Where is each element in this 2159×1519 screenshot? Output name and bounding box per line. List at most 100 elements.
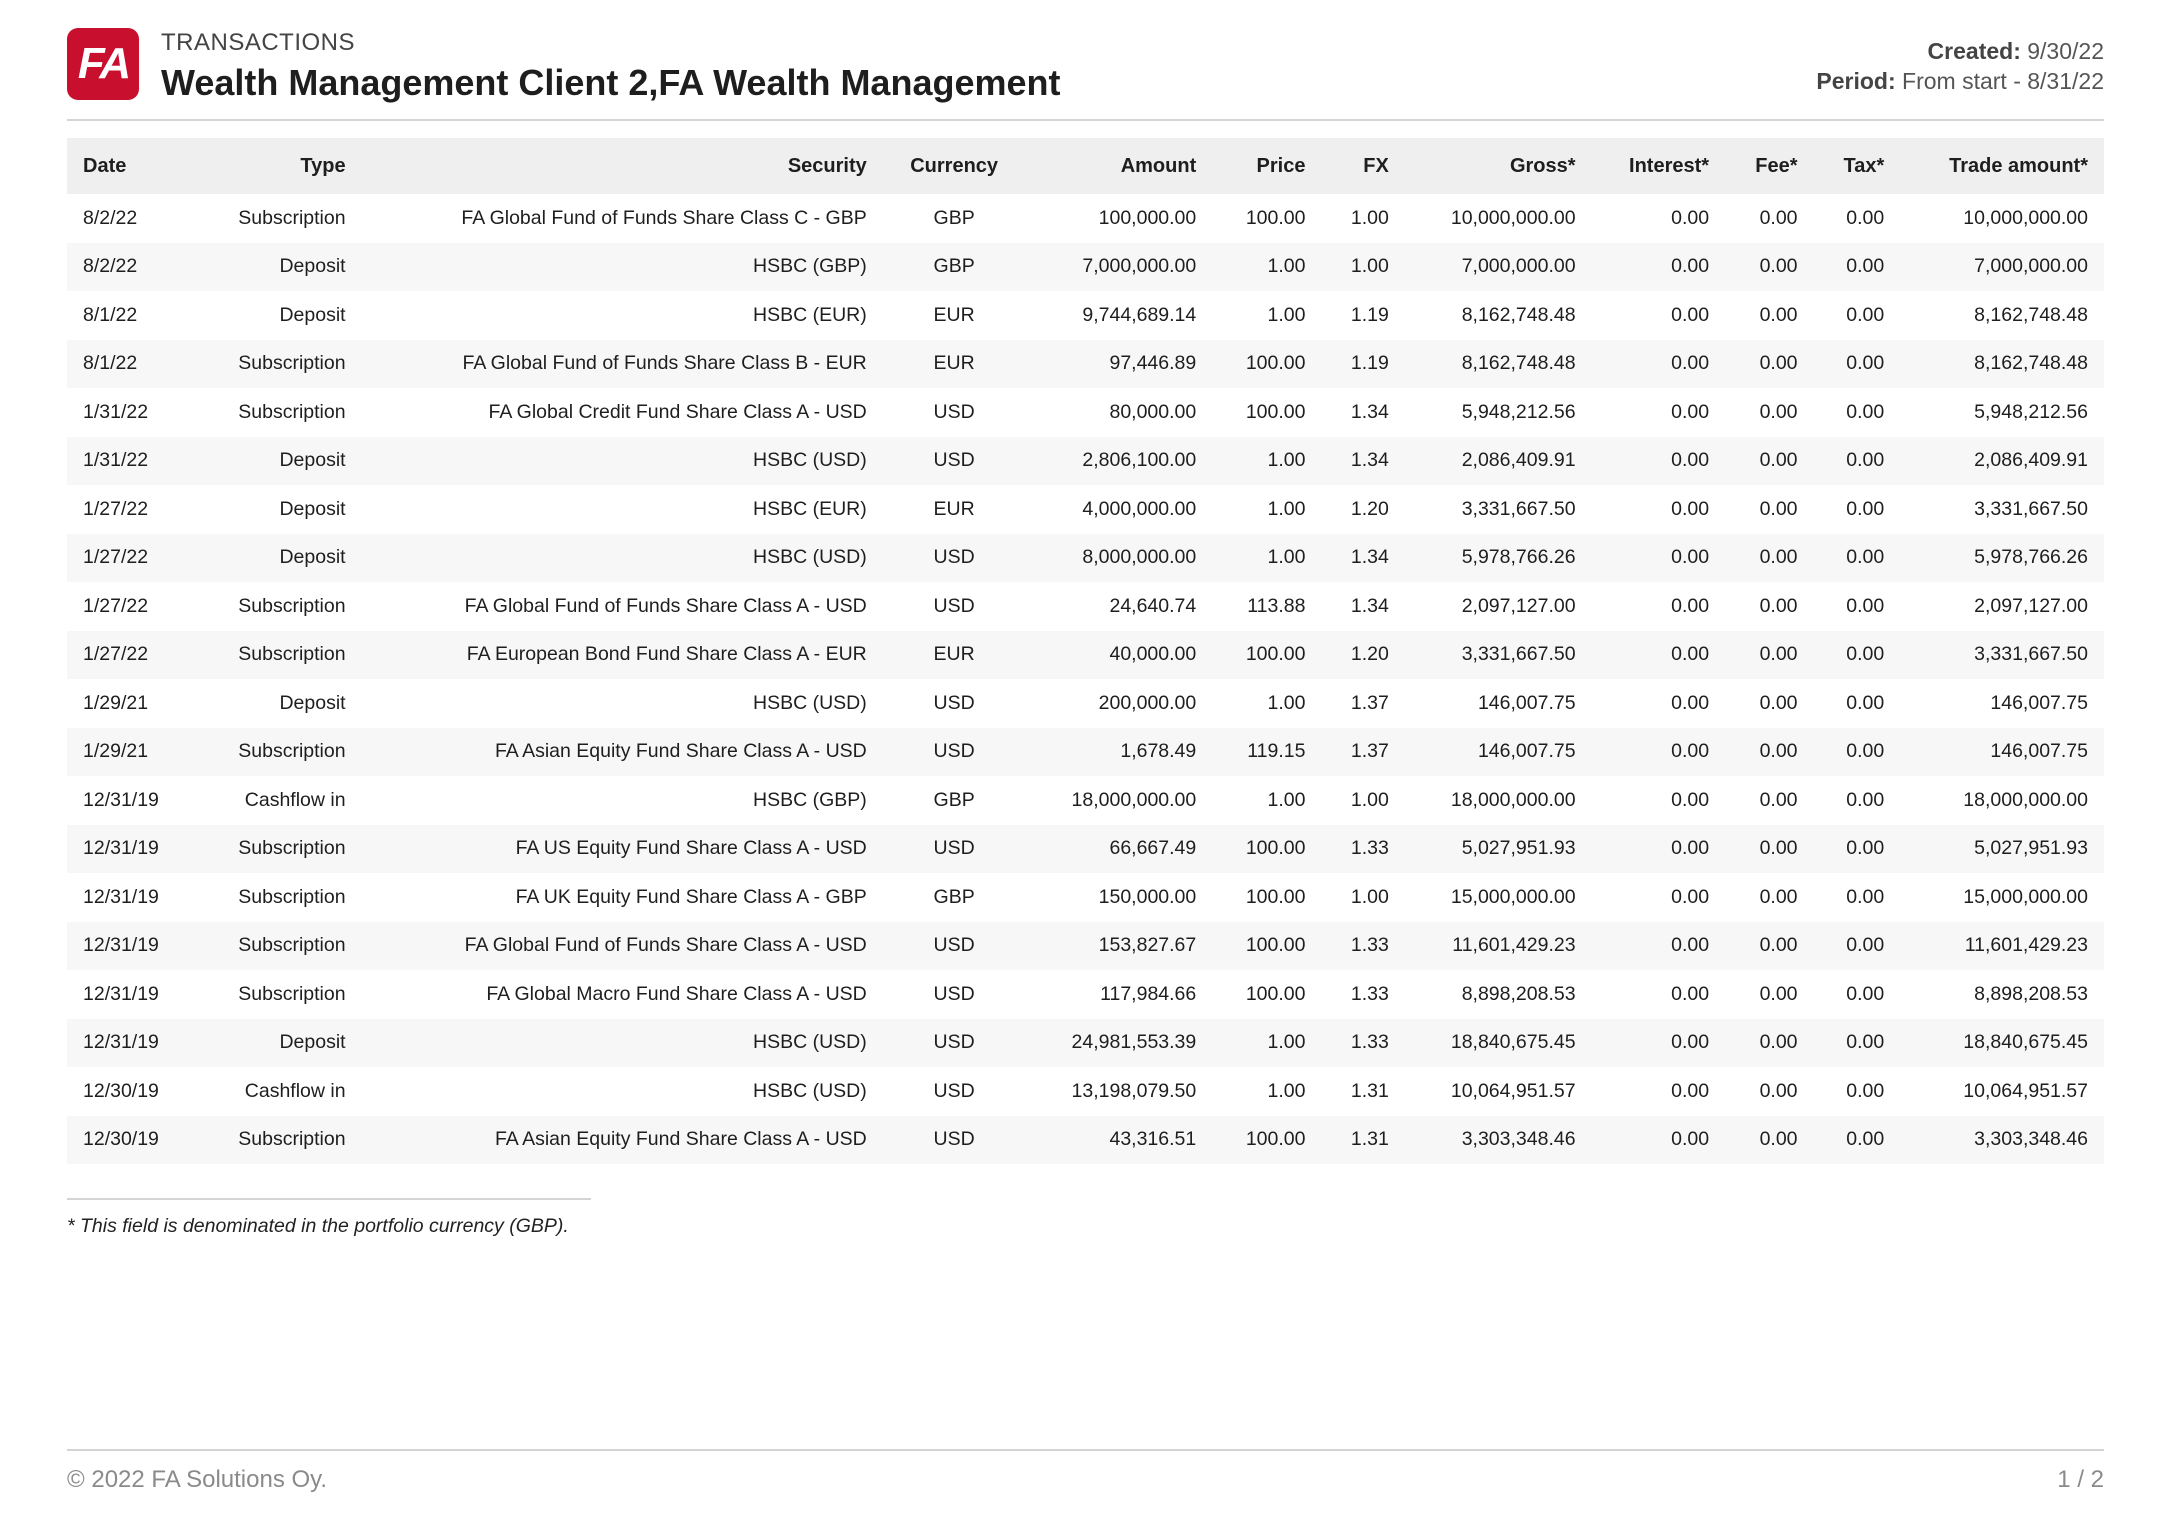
- cell-amount: 9,744,689.14: [1082, 303, 1197, 326]
- cell-fee: 0.00: [1759, 788, 1798, 811]
- cell-gross: 5,027,951.93: [1404, 824, 1592, 873]
- cell-type: Deposit: [195, 533, 362, 582]
- cell-trade-amount: 8,898,208.53: [1974, 982, 2088, 1005]
- cell-type: Subscription: [195, 630, 362, 679]
- report-titles: TRANSACTIONS Wealth Management Client 2,…: [161, 28, 1061, 106]
- cell-price: 1.00: [1212, 436, 1322, 485]
- cell-fx: 1.34: [1350, 400, 1389, 423]
- cell-trade-amount: 8,162,748.48: [1974, 303, 2088, 326]
- cell-date: 12/30/19: [83, 1079, 159, 1102]
- created-label: Created:: [1927, 38, 2021, 64]
- cell-gross: 2,086,409.91: [1404, 436, 1592, 485]
- cell-currency: GBP: [933, 206, 975, 229]
- cell-type: Deposit: [279, 497, 346, 520]
- cell-currency: USD: [933, 982, 975, 1005]
- logo-text: FA: [77, 39, 131, 88]
- cell-tax: 0.00: [1846, 303, 1885, 326]
- cell-gross: 2,097,127.00: [1461, 594, 1576, 617]
- column-header-currency: Currency: [882, 138, 1026, 194]
- cell-type: Subscription: [195, 921, 362, 970]
- cell-fee: 0.00: [1759, 303, 1798, 326]
- table-row: 1/29/21 Deposit HSBC (USD) USD 200,000.00 1.0…: [67, 679, 2104, 728]
- cell-fee: 0.00: [1759, 206, 1798, 229]
- cell-price: 1.00: [1212, 533, 1322, 582]
- cell-currency: EUR: [882, 339, 1026, 388]
- cell-fx: 1.37: [1350, 691, 1389, 714]
- cell-security: FA Global Macro Fund Share Class A - USD: [486, 982, 867, 1005]
- cell-security: HSBC (USD): [361, 1018, 883, 1067]
- cell-currency: USD: [882, 533, 1026, 582]
- cell-date: 12/31/19: [67, 921, 196, 970]
- column-header-amount: Amount: [1025, 138, 1213, 194]
- cell-type: Deposit: [279, 691, 346, 714]
- cell-fx: 1.19: [1321, 339, 1405, 388]
- cell-tax: 0.00: [1846, 400, 1885, 423]
- cell-tax: 0.00: [1813, 921, 1901, 970]
- cell-interest: 0.00: [1671, 303, 1710, 326]
- cell-fx: 1.20: [1321, 630, 1405, 679]
- period-line: Period: From start - 8/31/22: [1816, 66, 2104, 96]
- cell-gross: 8,898,208.53: [1461, 982, 1576, 1005]
- cell-gross: 146,007.75: [1404, 727, 1592, 776]
- cell-currency: USD: [882, 727, 1026, 776]
- cell-interest: 0.00: [1671, 982, 1710, 1005]
- cell-currency: USD: [882, 921, 1026, 970]
- cell-type: Deposit: [195, 242, 362, 291]
- cell-tax: 0.00: [1846, 497, 1885, 520]
- cell-interest: 0.00: [1591, 436, 1726, 485]
- cell-interest: 0.00: [1671, 400, 1710, 423]
- cell-date: 1/31/22: [67, 436, 196, 485]
- table-row: 12/31/19 Subscription FA Global Fund of Fu…: [67, 921, 2104, 970]
- cell-tax: 0.00: [1846, 885, 1885, 908]
- column-header-price: Price: [1212, 138, 1322, 194]
- cell-date: 1/31/22: [83, 400, 149, 423]
- cell-security: FA Global Fund of Funds Share Class B - …: [361, 339, 883, 388]
- cell-trade-amount: 3,331,667.50: [1900, 630, 2104, 679]
- cell-fee: 0.00: [1725, 242, 1814, 291]
- period-value: From start - 8/31/22: [1902, 68, 2104, 94]
- cell-interest: 0.00: [1591, 824, 1726, 873]
- cell-gross: 8,162,748.48: [1461, 303, 1576, 326]
- cell-type: Subscription: [195, 339, 362, 388]
- cell-type: Cashflow in: [244, 1079, 346, 1102]
- cell-interest: 0.00: [1671, 497, 1710, 520]
- cell-amount: 80,000.00: [1109, 400, 1197, 423]
- cell-date: 8/2/22: [83, 206, 138, 229]
- client-title: Wealth Management Client 2,FA Wealth Man…: [161, 62, 1061, 103]
- cell-date: 12/30/19: [67, 1115, 196, 1164]
- cell-gross: 10,064,951.57: [1450, 1079, 1576, 1102]
- cell-fx: 1.31: [1321, 1115, 1405, 1164]
- column-header-security: Security: [361, 138, 883, 194]
- cell-price: 1.00: [1267, 1079, 1306, 1102]
- header-divider: [67, 119, 2104, 121]
- column-header-fee: Fee*: [1725, 138, 1814, 194]
- cell-amount: 8,000,000.00: [1025, 533, 1213, 582]
- cell-trade-amount: 11,601,429.23: [1900, 921, 2104, 970]
- cell-tax: 0.00: [1813, 1115, 1901, 1164]
- cell-fx: 1.33: [1321, 921, 1405, 970]
- cell-amount: 40,000.00: [1025, 630, 1213, 679]
- cell-gross: 15,000,000.00: [1450, 885, 1576, 908]
- report-type: TRANSACTIONS: [161, 29, 356, 56]
- table-row: 8/1/22 Subscription FA Global Fund of Fund…: [67, 339, 2104, 388]
- cell-fee: 0.00: [1725, 1115, 1814, 1164]
- fa-logo: FA: [67, 28, 139, 100]
- cell-fee: 0.00: [1759, 594, 1798, 617]
- cell-currency: USD: [882, 1018, 1026, 1067]
- table-row: 1/31/22 Deposit HSBC (USD) USD 2,806,100.00 1…: [67, 436, 2104, 485]
- table-row: 12/31/19 Subscription FA UK Equity Fund Sh…: [67, 873, 2104, 922]
- cell-price: 100.00: [1212, 630, 1322, 679]
- cell-trade-amount: 15,000,000.00: [1963, 885, 2088, 908]
- cell-security: HSBC (EUR): [752, 497, 867, 520]
- cell-date: 12/31/19: [83, 982, 159, 1005]
- cell-tax: 0.00: [1813, 339, 1901, 388]
- cell-trade-amount: 3,303,348.46: [1900, 1115, 2104, 1164]
- cell-amount: 4,000,000.00: [1082, 497, 1197, 520]
- cell-security: HSBC (GBP): [752, 788, 867, 811]
- cell-tax: 0.00: [1846, 206, 1885, 229]
- cell-fx: 1.37: [1321, 727, 1405, 776]
- cell-price: 100.00: [1212, 339, 1322, 388]
- column-header-interest: Interest*: [1591, 138, 1726, 194]
- cell-interest: 0.00: [1671, 594, 1710, 617]
- cell-interest: 0.00: [1671, 1079, 1710, 1102]
